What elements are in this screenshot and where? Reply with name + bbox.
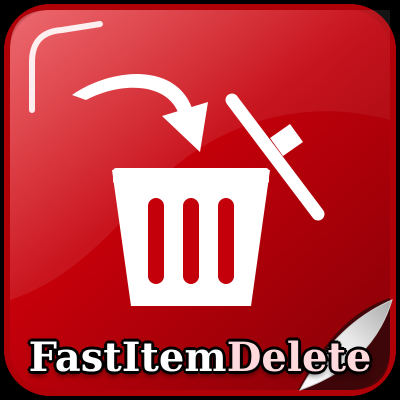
app-name-word-item: Item bbox=[121, 334, 227, 381]
app-name-label: FastItemDelete bbox=[0, 328, 400, 388]
trash-can-icon bbox=[112, 168, 270, 306]
app-name-word-delete: Delete bbox=[226, 334, 372, 381]
app-icon-tile[interactable]: FastItemDelete bbox=[0, 0, 400, 400]
app-name-word-fast: Fast bbox=[28, 334, 122, 381]
